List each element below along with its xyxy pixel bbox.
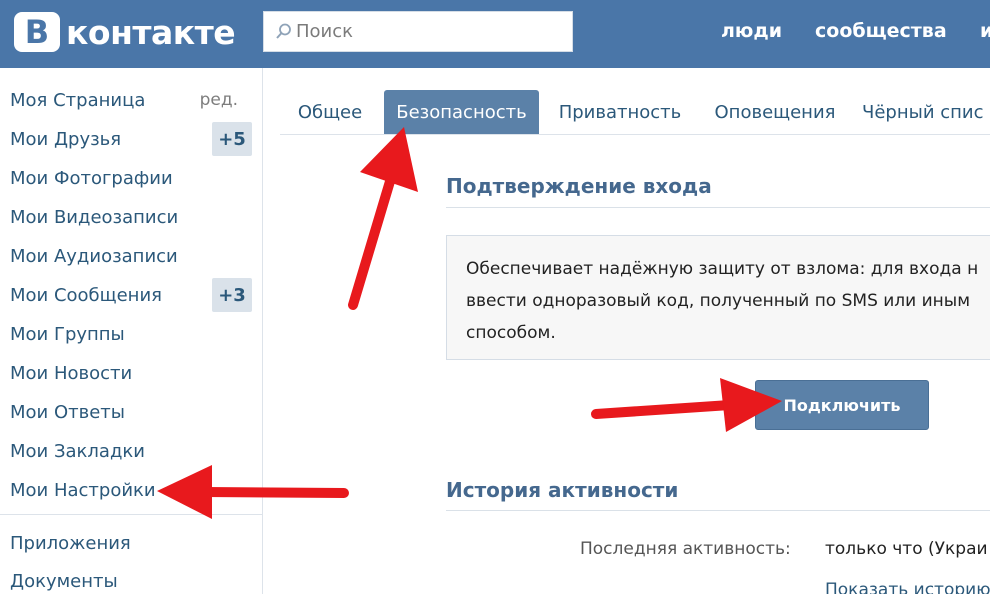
- sidebar-item-audio[interactable]: Мои Аудиозаписи: [10, 240, 252, 272]
- friends-count-badge[interactable]: +5: [212, 122, 252, 156]
- settings-tabs: Общее Безопасность Приватность Оповещени…: [280, 90, 990, 135]
- description-line: ввести одноразовый код, полученный по SM…: [466, 291, 971, 311]
- sidebar-item-documents[interactable]: Документы: [10, 565, 252, 594]
- sidebar-divider: [0, 514, 262, 515]
- show-history-link[interactable]: Показать историю: [825, 580, 990, 594]
- sidebar-item-videos[interactable]: Мои Видеозаписи: [10, 201, 252, 233]
- sidebar-item-my-page[interactable]: Моя Страница ред.: [10, 84, 252, 116]
- left-sidebar: Моя Страница ред. Мои Друзья +5 Мои Фото…: [0, 68, 263, 594]
- arrow-to-security-tab-icon: [348, 127, 418, 310]
- sidebar-item-apps[interactable]: Приложения: [10, 527, 252, 559]
- sidebar-item-label: Мои Ответы: [10, 401, 125, 423]
- sidebar-item-bookmarks[interactable]: Мои Закладки: [10, 435, 252, 467]
- top-header: В контакте люди сообщества и: [0, 0, 990, 68]
- sidebar-item-photos[interactable]: Мои Фотографии: [10, 162, 252, 194]
- messages-count-badge[interactable]: +3: [212, 278, 252, 312]
- nav-link-people[interactable]: люди: [721, 20, 782, 42]
- last-activity-label: Последняя активность:: [580, 539, 791, 559]
- login-confirm-title: Подтверждение входа: [446, 174, 712, 198]
- sidebar-item-label: Мои Закладки: [10, 440, 145, 462]
- section-divider: [446, 510, 990, 511]
- tab-privacy[interactable]: Приватность: [550, 90, 690, 134]
- search-box[interactable]: [263, 11, 573, 52]
- sidebar-item-settings[interactable]: Мои Настройки: [10, 474, 252, 506]
- sidebar-item-answers[interactable]: Мои Ответы: [10, 396, 252, 428]
- edit-link[interactable]: ред.: [200, 90, 238, 110]
- section-divider: [446, 207, 990, 208]
- sidebar-item-label: Документы: [10, 570, 118, 592]
- logo-badge: В: [14, 12, 60, 52]
- sidebar-item-friends[interactable]: Мои Друзья +5: [10, 122, 252, 156]
- last-activity-value: только что (Украи: [825, 539, 988, 559]
- description-line: способом.: [466, 323, 556, 343]
- logo-text: контакте: [66, 12, 236, 52]
- sidebar-item-label: Мои Фотографии: [10, 167, 173, 189]
- vk-logo[interactable]: В контакте: [14, 12, 236, 52]
- search-icon: [264, 11, 296, 52]
- sidebar-item-messages[interactable]: Мои Сообщения +3: [10, 278, 252, 312]
- sidebar-item-label: Мои Новости: [10, 362, 133, 384]
- sidebar-item-label: Мои Настройки: [10, 479, 156, 501]
- tab-general[interactable]: Общее: [280, 90, 380, 134]
- activity-history-title: История активности: [446, 478, 679, 502]
- sidebar-item-label: Мои Аудиозаписи: [10, 245, 178, 267]
- sidebar-item-label: Приложения: [10, 532, 131, 554]
- sidebar-item-label: Мои Видеозаписи: [10, 206, 179, 228]
- sidebar-item-groups[interactable]: Мои Группы: [10, 318, 252, 350]
- sidebar-item-label: Мои Группы: [10, 323, 125, 345]
- search-input[interactable]: [296, 21, 556, 42]
- nav-link-communities[interactable]: сообщества: [815, 20, 947, 42]
- tab-security[interactable]: Безопасность: [384, 90, 539, 134]
- tab-blacklist[interactable]: Чёрный спис: [862, 90, 990, 134]
- login-confirm-description: Обеспечивает надёжную защиту от взлома: …: [466, 253, 990, 349]
- sidebar-item-news[interactable]: Мои Новости: [10, 357, 252, 389]
- tab-notifications[interactable]: Оповещения: [705, 90, 845, 134]
- nav-link-more[interactable]: и: [980, 20, 990, 42]
- description-line: Обеспечивает надёжную защиту от взлома: …: [466, 259, 979, 279]
- connect-button[interactable]: Подключить: [755, 380, 929, 430]
